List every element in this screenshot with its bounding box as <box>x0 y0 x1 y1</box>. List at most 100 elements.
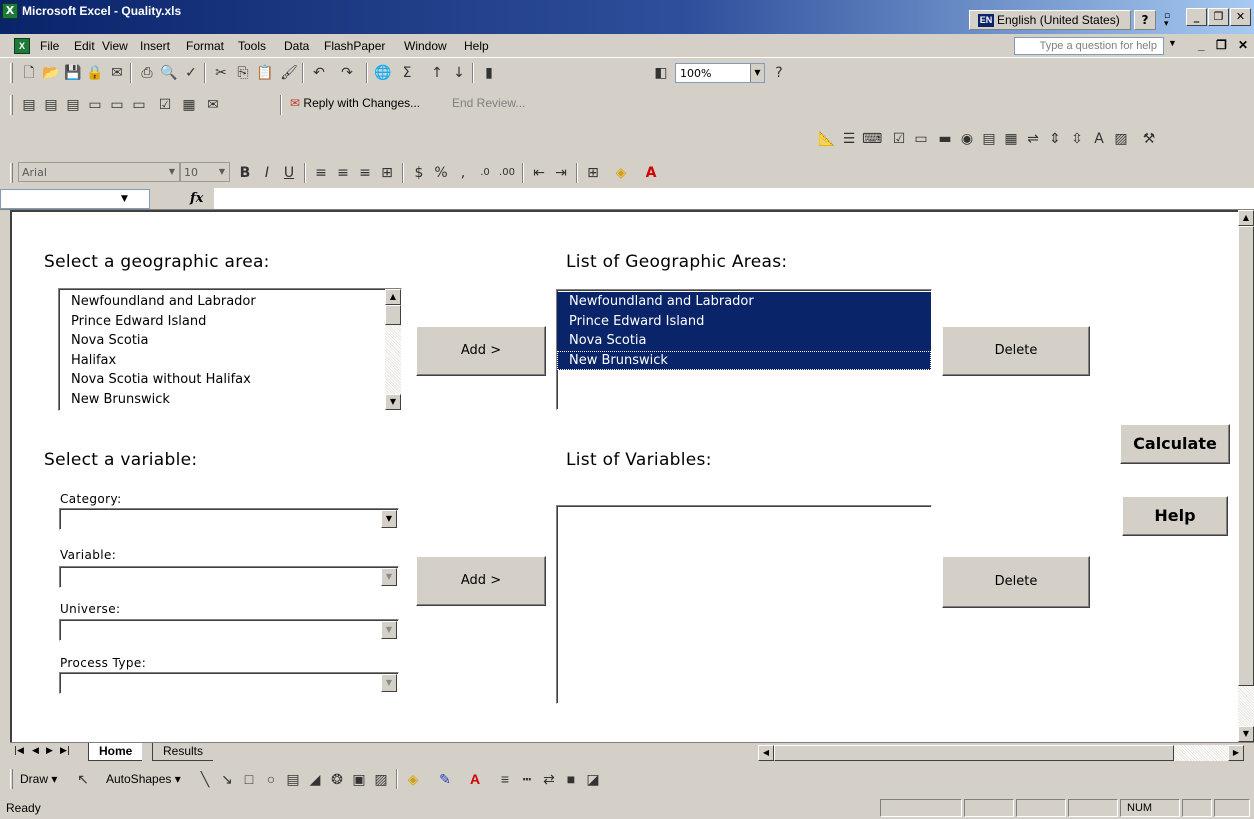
rectangle-icon[interactable]: □ <box>240 770 258 788</box>
dash-style-icon[interactable]: ┅ <box>518 770 536 788</box>
align-right-icon[interactable]: ≡ <box>356 164 374 182</box>
list-item[interactable]: Prince Edward Island <box>59 312 401 332</box>
shadow-icon[interactable]: ■ <box>562 770 580 788</box>
wordart-icon[interactable]: ◢ <box>306 770 324 788</box>
delete-variable-button[interactable]: Delete <box>942 556 1090 608</box>
toolbar-grip[interactable] <box>10 63 13 83</box>
align-left-icon[interactable]: ≡ <box>312 164 330 182</box>
cut-icon[interactable]: ✂ <box>212 64 230 82</box>
doc-minimize-button[interactable]: _ <box>1198 38 1205 52</box>
spelling-icon[interactable]: ✓ <box>182 64 200 82</box>
chevron-down-icon[interactable]: ▼ <box>121 194 128 204</box>
menu-window[interactable]: Window <box>404 39 447 53</box>
redo-icon[interactable]: ↷ <box>338 64 356 82</box>
spin-button-icon[interactable]: ⇕ <box>1046 130 1064 148</box>
last-sheet-icon[interactable]: ▶| <box>60 746 70 756</box>
select-objects-icon[interactable]: ↖ <box>74 770 92 788</box>
chevron-down-icon[interactable]: ▼ <box>385 394 401 410</box>
toggle-button-icon[interactable]: ⇌ <box>1024 130 1042 148</box>
align-center-icon[interactable]: ≡ <box>334 164 352 182</box>
chevron-down-icon[interactable]: ▼ <box>381 510 397 528</box>
list-item[interactable]: New Brunswick <box>557 350 931 370</box>
process-type-combo[interactable]: ▼ <box>59 672 399 694</box>
copy-icon[interactable]: ⎘ <box>234 64 252 82</box>
sheet-vertical-scrollbar[interactable]: ▲ ▼ <box>1238 210 1254 742</box>
restore-button[interactable]: ❐ <box>1208 8 1229 26</box>
list-item[interactable]: Nova Scotia without Halifax <box>59 370 401 390</box>
chevron-down-icon[interactable]: ▼ <box>381 568 397 586</box>
percent-icon[interactable]: % <box>432 164 450 182</box>
zoom-select[interactable]: 100% ▼ <box>675 63 765 83</box>
arrow-style-icon[interactable]: ⇄ <box>540 770 558 788</box>
comma-style-icon[interactable]: , <box>454 164 472 182</box>
sort-ascending-icon[interactable]: ↑ <box>428 64 446 82</box>
universe-combo[interactable]: ▼ <box>59 619 399 641</box>
chevron-down-icon[interactable]: ▼ <box>381 621 397 639</box>
tab-home[interactable]: Home <box>88 743 143 761</box>
fill-color-icon[interactable]: ◈ <box>404 770 422 788</box>
hyperlink-icon[interactable]: 🌐 <box>374 64 392 82</box>
variables-listbox[interactable] <box>556 505 932 704</box>
sort-descending-icon[interactable]: ↓ <box>450 64 468 82</box>
list-item[interactable]: Halifax <box>59 351 401 371</box>
properties-icon[interactable]: ☰ <box>840 130 858 148</box>
delete-comment-icon[interactable]: ▭ <box>130 96 148 114</box>
menu-file[interactable]: File <box>40 39 59 53</box>
underline-icon[interactable]: U <box>280 164 298 182</box>
chevron-right-icon[interactable]: ▶ <box>1228 745 1244 761</box>
font-color-icon[interactable]: A <box>642 164 660 182</box>
chevron-down-icon[interactable]: ▼ <box>381 674 397 692</box>
print-preview-icon[interactable]: 🔍 <box>160 64 178 82</box>
name-box[interactable]: ▼ <box>0 189 150 209</box>
print-icon[interactable]: ⎙ <box>138 64 156 82</box>
undo-icon[interactable]: ↶ <box>310 64 328 82</box>
list-item[interactable]: Newfoundland and Labrador <box>557 292 931 312</box>
scroll-thumb[interactable] <box>774 745 1174 761</box>
more-controls-icon[interactable]: ⚒ <box>1140 130 1158 148</box>
language-bar[interactable]: EN English (United States) <box>969 10 1131 30</box>
command-button-icon[interactable]: ▬ <box>936 130 954 148</box>
label-icon[interactable]: A <box>1090 130 1108 148</box>
new-comment-icon[interactable]: ▤ <box>20 96 38 114</box>
font-select[interactable]: Arial ▼ <box>18 162 180 182</box>
category-combo[interactable]: ▼ <box>59 508 399 530</box>
show-all-comments-icon[interactable]: ▭ <box>108 96 126 114</box>
show-comment-icon[interactable]: ▭ <box>86 96 104 114</box>
sheet-horizontal-scrollbar[interactable]: ◀ ▶ <box>758 745 1244 761</box>
chevron-down-icon[interactable]: ▼ <box>1168 38 1177 48</box>
chevron-down-icon[interactable]: ▼ <box>215 163 229 181</box>
list-item[interactable]: New Brunswick <box>59 390 401 410</box>
font-color-icon[interactable]: A <box>466 770 484 788</box>
bold-icon[interactable]: B <box>236 164 254 182</box>
menu-tools[interactable]: Tools <box>238 39 266 53</box>
borders-icon[interactable]: ⊞ <box>584 164 602 182</box>
chevron-up-icon[interactable]: ▲ <box>1238 210 1254 226</box>
formula-input[interactable] <box>214 188 1254 209</box>
line-color-icon[interactable]: ✎ <box>436 770 454 788</box>
design-mode-icon[interactable]: 📐 <box>818 130 836 148</box>
task-icon[interactable]: ☑ <box>156 96 174 114</box>
drawing-icon[interactable]: ◧ <box>652 64 670 82</box>
merge-center-icon[interactable]: ⊞ <box>378 164 396 182</box>
decrease-indent-icon[interactable]: ⇤ <box>530 164 548 182</box>
line-style-icon[interactable]: ≡ <box>496 770 514 788</box>
paste-icon[interactable]: 📋 <box>256 64 274 82</box>
reply-with-changes-button[interactable]: ✉ Reply with Changes... <box>290 96 420 110</box>
image-icon[interactable]: ▨ <box>1112 130 1130 148</box>
picture-icon[interactable]: ▨ <box>372 770 390 788</box>
scroll-thumb[interactable] <box>385 305 401 325</box>
increase-indent-icon[interactable]: ⇥ <box>552 164 570 182</box>
chevron-down-icon[interactable]: ▼ <box>1238 726 1254 742</box>
help-icon[interactable]: ? <box>770 64 788 82</box>
line-icon[interactable]: ╲ <box>196 770 214 788</box>
menu-data[interactable]: Data <box>284 39 309 53</box>
chevron-down-icon[interactable]: ▼ <box>165 163 179 181</box>
autoshapes-menu-button[interactable]: AutoShapes ▾ <box>106 772 181 786</box>
scrollbar-icon[interactable]: ⇳ <box>1068 130 1086 148</box>
language-help-icon[interactable]: ? <box>1134 10 1156 30</box>
combobox-icon[interactable]: ▦ <box>1002 130 1020 148</box>
new-icon[interactable]: 🗋 <box>20 64 38 82</box>
increase-decimal-icon[interactable]: .0 <box>476 164 494 182</box>
question-box[interactable]: Type a question for help <box>1014 37 1164 55</box>
view-code-icon[interactable]: ⌨ <box>862 130 882 148</box>
